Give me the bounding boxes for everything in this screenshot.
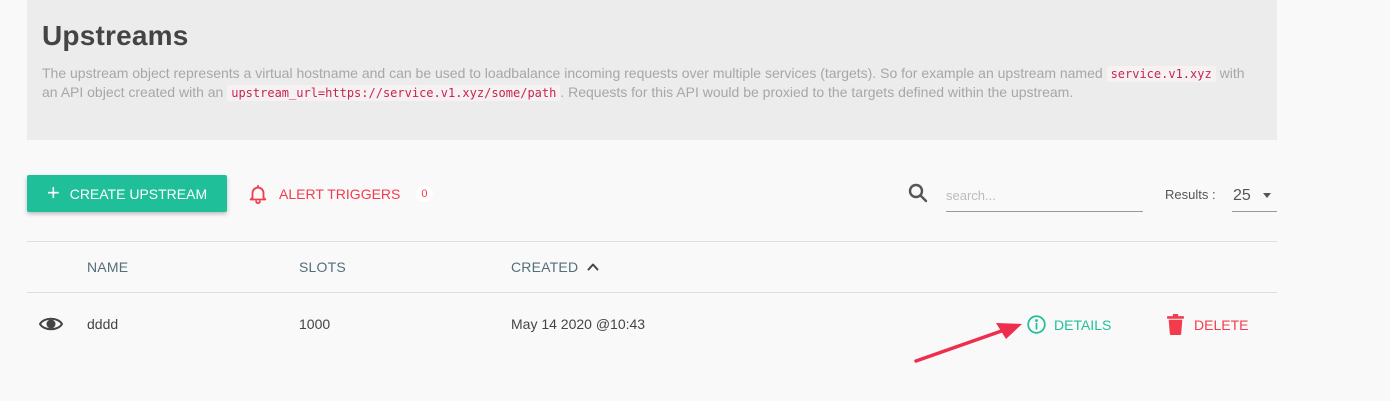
description-text: . Requests for this API would be proxied…	[560, 83, 1074, 100]
column-header-created[interactable]: CREATED	[511, 259, 578, 275]
alert-count-badge: 0	[416, 186, 433, 202]
code-sample-hostname: service.v1.xyz	[1106, 66, 1216, 82]
alert-triggers-label: ALERT TRIGGERS	[279, 186, 401, 202]
details-label: DETAILS	[1054, 316, 1112, 333]
cell-name: dddd	[87, 316, 119, 332]
alert-triggers-button[interactable]: ALERT TRIGGERS 0	[247, 181, 433, 207]
bell-icon	[249, 184, 267, 205]
page-header: Upstreams The upstream object represents…	[27, 0, 1277, 140]
code-sample-upstream-url: upstream_url=https://service.v1.xyz/some…	[227, 84, 561, 101]
chevron-up-icon[interactable]	[587, 261, 599, 273]
eye-icon[interactable]	[39, 314, 63, 334]
divider	[27, 241, 1277, 242]
annotation-arrow	[914, 323, 1022, 363]
results-per-page-value: 25	[1233, 186, 1251, 204]
divider	[27, 292, 1277, 293]
description-text: The upstream object represents a virtual…	[42, 65, 1103, 81]
trash-icon	[1167, 314, 1184, 335]
divider	[27, 350, 1277, 351]
results-label: Results :	[1165, 187, 1216, 202]
search-input[interactable]	[946, 180, 1143, 212]
page-title: Upstreams	[42, 20, 189, 51]
plus-icon: +	[46, 179, 60, 205]
chevron-down-icon	[1263, 193, 1271, 198]
delete-label: DELETE	[1194, 316, 1249, 333]
create-upstream-button[interactable]: + CREATE UPSTREAM	[27, 175, 227, 212]
column-header-slots[interactable]: SLOTS	[299, 259, 346, 275]
create-upstream-label: CREATE UPSTREAM	[69, 185, 208, 202]
cell-slots: 1000	[299, 316, 331, 332]
delete-button[interactable]: DELETE	[1167, 314, 1248, 335]
search-icon	[908, 183, 928, 203]
cell-created: May 14 2020 @10:43	[511, 316, 646, 332]
results-per-page-select[interactable]: 25	[1232, 180, 1277, 212]
column-header-name[interactable]: NAME	[87, 259, 128, 275]
page-description: The upstream object represents a virtual…	[42, 65, 1252, 102]
